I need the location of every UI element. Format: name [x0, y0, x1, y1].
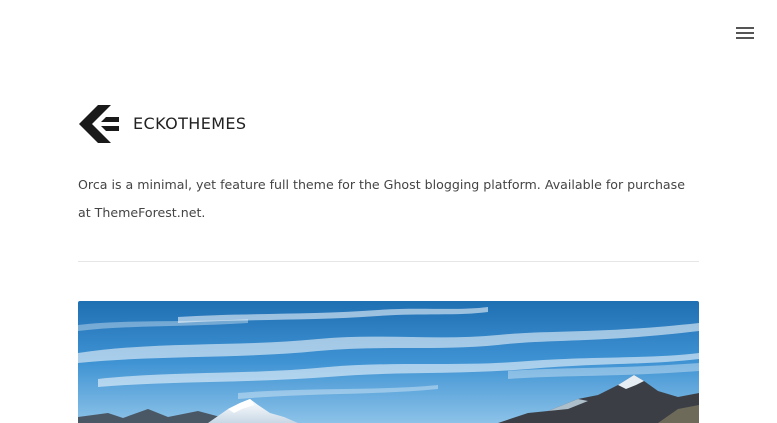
divider: [78, 261, 699, 262]
site-description: Orca is a minimal, yet feature full them…: [78, 177, 685, 220]
menu-bar-top: [736, 27, 754, 29]
brand-link[interactable]: ECKOTHEMES: [78, 104, 246, 144]
hamburger-menu-icon[interactable]: [736, 25, 754, 41]
menu-bar-bottom: [736, 37, 754, 39]
eckothemes-logo-icon: [79, 105, 119, 143]
menu-bar-middle: [736, 32, 754, 34]
mountain-landscape-sky-photo: [78, 301, 699, 423]
feature-image[interactable]: [78, 301, 699, 423]
brand-name: ECKOTHEMES: [133, 114, 247, 133]
page: ECKOTHEMES Orca is a minimal, yet featur…: [0, 0, 777, 423]
